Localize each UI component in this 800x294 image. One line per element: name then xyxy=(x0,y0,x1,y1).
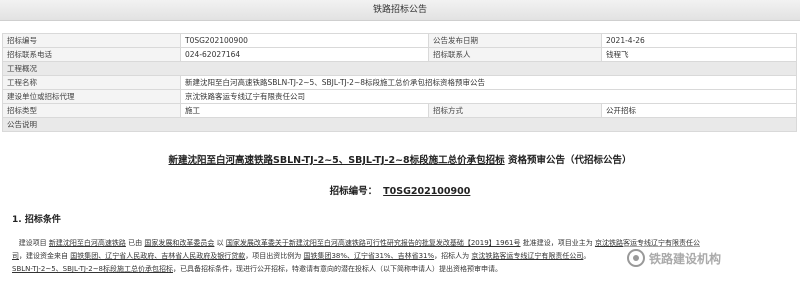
document-title: 新建沈阳至白河高速铁路SBLN-TJ-2~5、SBJL-TJ-2~8标段施工总价… xyxy=(0,152,800,166)
bid-no-label: 招标编号 xyxy=(2,33,181,48)
table-row: 招标编号 T0SG202100900 公告发布日期 2021-4-26 xyxy=(2,33,797,48)
watermark-logo-icon xyxy=(627,249,645,267)
contact-phone-label: 招标联系电话 xyxy=(2,47,181,62)
text-segment: 国铁集团、辽宁省人民政府、吉林省人民政府及银行贷款 xyxy=(70,252,246,260)
text-segment: SBLN-TJ-2~5、SBJL-TJ-2~8标段施工总价承包招标 xyxy=(12,265,174,273)
publish-date-value: 2021-4-26 xyxy=(601,33,797,48)
text-segment: 已由 xyxy=(128,239,143,247)
document-title-suffix: 资格预审公告（代招标公告） xyxy=(504,155,632,166)
document-code: 招标编号： T0SG202100900 xyxy=(0,183,800,197)
unit-value: 京沈铁路客运专线辽宁有限责任公司 xyxy=(180,89,797,104)
watermark: 铁路建设机构 xyxy=(623,246,726,270)
text-segment: 以 xyxy=(216,239,224,247)
unit-label: 建设单位或招标代理 xyxy=(2,89,181,104)
bid-type-label: 招标类型 xyxy=(2,103,181,118)
publish-date-label: 公告发布日期 xyxy=(428,33,602,48)
table-row: 工程名称 新建沈阳至白河高速铁路SBLN-TJ-2~5、SBJL-TJ-2~8标… xyxy=(2,75,797,90)
text-segment: 司 xyxy=(12,252,19,260)
text-segment: ，已具备招标条件，现进行公开招标，特邀请有意向的潜在投标人（以下简称申请人）提出… xyxy=(173,265,503,273)
text-segment: 批准建设，项目业主为 xyxy=(522,239,593,247)
table-row: 工程概况 xyxy=(2,61,797,76)
bid-method-value: 公开招标 xyxy=(601,103,797,118)
bid-method-label: 招标方式 xyxy=(428,103,602,118)
text-segment: ，招标人为 xyxy=(434,252,470,260)
text-segment: 建设项目 xyxy=(18,239,47,247)
contact-person-label: 招标联系人 xyxy=(428,47,602,62)
table-row: 建设单位或招标代理 京沈铁路客运专线辽宁有限责任公司 xyxy=(2,89,797,104)
code-label: 招标编号： xyxy=(329,186,378,197)
project-name-value: 新建沈阳至白河高速铁路SBLN-TJ-2~5、SBJL-TJ-2~8标段施工总价… xyxy=(180,75,797,90)
overview-section-label: 工程概况 xyxy=(2,61,797,76)
code-value: T0SG202100900 xyxy=(383,186,471,197)
text-segment: 国家发展和改革委员会 xyxy=(144,239,215,247)
table-row: 招标类型 施工 招标方式 公开招标 xyxy=(2,103,797,118)
text-segment: 国家发展改革委关于新建沈阳至白河高速铁路可行性研究报告的批复发改基础【2019】… xyxy=(225,239,521,247)
section-heading: 1. 招标条件 xyxy=(12,215,61,225)
bid-no-value: T0SG202100900 xyxy=(180,33,429,48)
text-segment: 京沈铁路客运专线辽宁有限责任公司 xyxy=(471,252,584,260)
text-segment: ，项目出资比例为 xyxy=(245,252,302,260)
table-row: 公告说明 xyxy=(2,117,797,132)
text-segment: 国铁集团38%、辽宁省31%、吉林省31% xyxy=(303,252,435,260)
notice-section-label: 公告说明 xyxy=(2,117,797,132)
info-table: 招标编号 T0SG202100900 公告发布日期 2021-4-26 招标联系… xyxy=(2,33,797,132)
text-segment: ，建设资金来自 xyxy=(19,252,68,260)
text-segment: 。 xyxy=(583,252,591,260)
bid-type-value: 施工 xyxy=(180,103,429,118)
contact-phone-value: 024-62027164 xyxy=(180,47,429,62)
table-row: 招标联系电话 024-62027164 招标联系人 钱程飞 xyxy=(2,47,797,62)
contact-person-value: 钱程飞 xyxy=(601,47,797,62)
window-title: 铁路招标公告 xyxy=(0,0,800,21)
watermark-text: 铁路建设机构 xyxy=(649,251,722,266)
project-name-label: 工程名称 xyxy=(2,75,181,90)
document-title-main: 新建沈阳至白河高速铁路SBLN-TJ-2~5、SBJL-TJ-2~8标段施工总价… xyxy=(168,155,505,166)
text-segment: 新建沈阳至白河高速铁路 xyxy=(48,239,126,247)
